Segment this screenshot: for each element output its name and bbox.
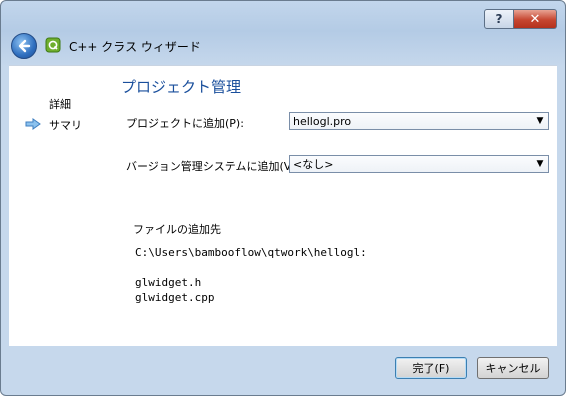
wizard-footer: 完了(F) キャンセル bbox=[1, 345, 565, 395]
vcs-combo[interactable]: <なし> ▼ bbox=[289, 155, 549, 173]
wizard-window: ? ✕ C++ クラス ウィザード 詳細 サマリ プロジェクト管理 プロジェクト… bbox=[0, 0, 566, 396]
wizard-header: C++ クラス ウィザード bbox=[1, 27, 565, 65]
chevron-down-icon: ▼ bbox=[536, 159, 544, 169]
back-button[interactable] bbox=[11, 33, 37, 59]
cancel-button[interactable]: キャンセル bbox=[477, 357, 549, 379]
content-panel: 詳細 サマリ プロジェクト管理 プロジェクトに追加(P): hellogl.pr… bbox=[9, 65, 557, 346]
titlebar-buttons: ? ✕ bbox=[484, 9, 557, 29]
help-button[interactable]: ? bbox=[484, 9, 514, 29]
sidebar-item-summary: サマリ bbox=[49, 119, 82, 132]
window-title: C++ クラス ウィザード bbox=[69, 40, 201, 54]
close-button[interactable]: ✕ bbox=[514, 9, 557, 29]
sidebar-item-details: 詳細 bbox=[49, 98, 71, 111]
add-to-project-value: hellogl.pro bbox=[293, 114, 352, 128]
file-item: glwidget.cpp bbox=[135, 291, 215, 304]
vcs-label: バージョン管理システムに追加(V): bbox=[126, 160, 300, 173]
back-arrow-icon bbox=[18, 39, 31, 53]
add-to-project-combo[interactable]: hellogl.pro ▼ bbox=[289, 112, 549, 130]
step-sidebar: 詳細 サマリ bbox=[9, 66, 109, 346]
page-title: プロジェクト管理 bbox=[121, 78, 242, 96]
files-path: C:\Users\bambooflow\qtwork\hellogl: bbox=[135, 246, 367, 259]
vcs-value: <なし> bbox=[293, 158, 334, 171]
files-heading: ファイルの追加先 bbox=[133, 223, 221, 236]
finish-button[interactable]: 完了(F) bbox=[395, 357, 467, 379]
file-item: glwidget.h bbox=[135, 276, 202, 289]
chevron-down-icon: ▼ bbox=[536, 116, 544, 126]
add-to-project-label: プロジェクトに追加(P): bbox=[126, 117, 244, 130]
help-icon: ? bbox=[495, 12, 503, 26]
current-step-arrow-icon bbox=[25, 118, 41, 130]
qt-creator-icon bbox=[45, 37, 61, 53]
close-icon: ✕ bbox=[529, 11, 541, 27]
